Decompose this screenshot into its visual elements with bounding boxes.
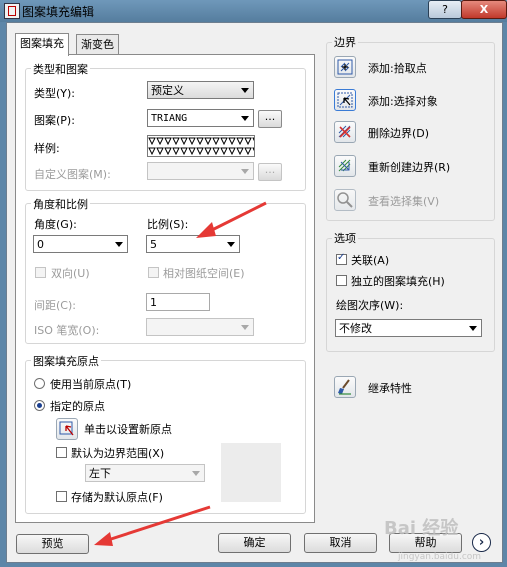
watermark-logo: Bai 经验 bbox=[384, 518, 459, 539]
watermark-url: jingyan.baidu.com bbox=[398, 552, 482, 562]
scale-arrow bbox=[207, 201, 267, 234]
preview-arrow bbox=[107, 505, 211, 542]
annotation-arrows bbox=[94, 201, 267, 546]
preview-arrowhead bbox=[94, 532, 113, 546]
tab-hatch[interactable]: 图案填充 bbox=[15, 33, 69, 56]
scale-arrowhead bbox=[196, 222, 216, 238]
